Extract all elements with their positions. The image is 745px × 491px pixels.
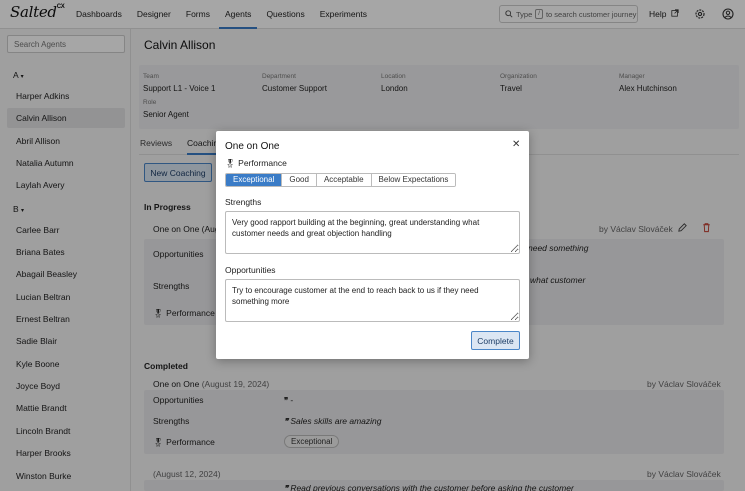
opportunities-textarea[interactable]: Try to encourage customer at the end to … [225, 279, 520, 322]
complete-button[interactable]: Complete [471, 331, 520, 350]
coaching-modal: One on One ✕ 🎖 Performance Exceptional Go… [216, 131, 529, 359]
performance-selector: Exceptional Good Acceptable Below Expect… [225, 173, 457, 187]
option-acceptable[interactable]: Acceptable [316, 174, 372, 186]
opportunities-field-label: Opportunities [225, 265, 276, 275]
option-exceptional[interactable]: Exceptional [226, 174, 283, 186]
medal-icon: 🎖 [225, 159, 236, 168]
strengths-field-label: Strengths [225, 197, 262, 207]
performance-label: Performance [238, 158, 287, 168]
performance-heading: 🎖 Performance [225, 158, 287, 168]
option-good[interactable]: Good [282, 174, 317, 186]
modal-title: One on One [225, 141, 280, 152]
strengths-textarea[interactable]: Very good rapport building at the beginn… [225, 211, 520, 254]
option-below-expectations[interactable]: Below Expectations [371, 174, 456, 186]
close-icon[interactable]: ✕ [512, 139, 520, 150]
